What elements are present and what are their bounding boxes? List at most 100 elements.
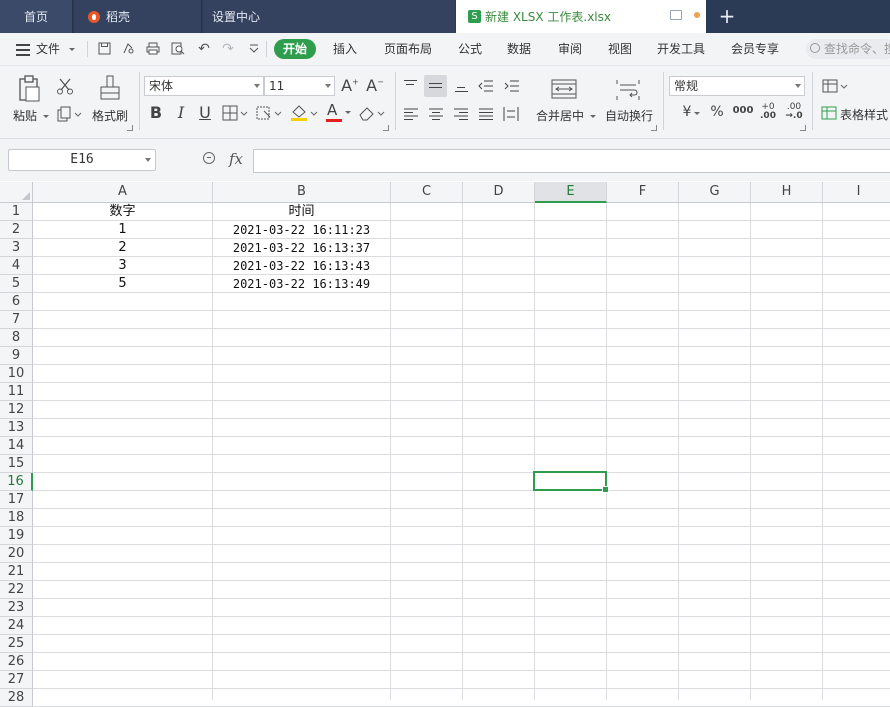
- save-icon[interactable]: [97, 42, 111, 56]
- row-header-9[interactable]: 9: [0, 347, 33, 365]
- increase-font-icon[interactable]: A+: [341, 78, 359, 94]
- distributed-align-icon[interactable]: [503, 107, 519, 123]
- tab-dochub[interactable]: 稻壳: [74, 0, 202, 33]
- active-cell-selection[interactable]: [533, 471, 609, 493]
- row-header-15[interactable]: 15: [0, 455, 33, 473]
- number-launcher-icon[interactable]: [800, 125, 806, 131]
- cell-fill-style-icon[interactable]: [256, 105, 284, 121]
- cell-a3[interactable]: 2: [33, 239, 212, 257]
- copy-icon[interactable]: [57, 106, 83, 122]
- zoom-icon[interactable]: [203, 152, 215, 164]
- conditional-format-icon[interactable]: [822, 79, 848, 95]
- wrap-text-label[interactable]: 自动换行: [605, 107, 653, 124]
- row-header-6[interactable]: 6: [0, 293, 33, 311]
- menu-review[interactable]: 审阅: [558, 40, 582, 58]
- select-all-corner[interactable]: [0, 182, 33, 203]
- row-header-22[interactable]: 22: [0, 581, 33, 599]
- italic-button[interactable]: I: [174, 105, 188, 121]
- row-header-25[interactable]: 25: [0, 635, 33, 653]
- column-header-e[interactable]: E: [535, 182, 607, 203]
- row-header-13[interactable]: 13: [0, 419, 33, 437]
- tab-settings[interactable]: 设置中心: [203, 0, 455, 33]
- row-header-19[interactable]: 19: [0, 527, 33, 545]
- font-launcher-icon[interactable]: [383, 125, 389, 131]
- font-size-select[interactable]: 11: [264, 76, 335, 96]
- cell-b1[interactable]: 时间: [213, 203, 390, 221]
- cell-b4[interactable]: 2021-03-22 16:13:43: [213, 257, 390, 275]
- menu-data[interactable]: 数据: [507, 40, 531, 58]
- increase-indent-icon[interactable]: [504, 80, 520, 94]
- column-header-b[interactable]: B: [213, 182, 391, 203]
- merge-center-icon[interactable]: [551, 79, 577, 99]
- menu-insert[interactable]: 插入: [333, 40, 357, 58]
- align-bottom-icon[interactable]: [455, 87, 468, 92]
- paste-icon[interactable]: [17, 75, 41, 103]
- justify-icon[interactable]: [479, 108, 493, 122]
- clipboard-launcher-icon[interactable]: [127, 125, 133, 131]
- menu-developer[interactable]: 开发工具: [657, 40, 705, 58]
- print-preview-icon[interactable]: [171, 42, 185, 56]
- merge-center-button[interactable]: 合并居中: [536, 107, 596, 124]
- cell-a1[interactable]: 数字: [33, 203, 212, 221]
- row-header-11[interactable]: 11: [0, 383, 33, 401]
- paste-button[interactable]: 粘贴: [13, 107, 49, 124]
- menu-page-layout[interactable]: 页面布局: [384, 40, 432, 58]
- row-header-7[interactable]: 7: [0, 311, 33, 329]
- row-header-8[interactable]: 8: [0, 329, 33, 347]
- cell-a4[interactable]: 3: [33, 257, 212, 275]
- align-left-icon[interactable]: [404, 108, 418, 122]
- row-header-18[interactable]: 18: [0, 509, 33, 527]
- column-header-d[interactable]: D: [463, 182, 535, 203]
- tab-home[interactable]: 首页: [0, 0, 73, 33]
- file-menu[interactable]: 文件: [36, 40, 75, 58]
- customize-toolbar-icon[interactable]: [247, 42, 261, 56]
- font-name-select[interactable]: 宋体: [144, 76, 264, 96]
- row-header-17[interactable]: 17: [0, 491, 33, 509]
- spreadsheet-grid[interactable]: A B C D E F G H I 1 2 3 4 5 6 7 8 9 10 11 12 13 14 15 1…: [0, 182, 890, 707]
- column-header-h[interactable]: H: [751, 182, 823, 203]
- clear-format-icon[interactable]: [358, 105, 386, 121]
- underline-button[interactable]: U: [197, 105, 213, 121]
- currency-button[interactable]: ¥: [675, 105, 700, 119]
- command-search[interactable]: 查找命令、搜: [806, 39, 890, 59]
- decrease-decimal-button[interactable]: .00 →.0: [784, 103, 804, 121]
- cell-a2[interactable]: 1: [33, 221, 212, 239]
- row-header-10[interactable]: 10: [0, 365, 33, 383]
- column-header-g[interactable]: G: [679, 182, 751, 203]
- fill-handle[interactable]: [602, 486, 609, 493]
- name-box[interactable]: E16: [8, 149, 156, 171]
- decrease-indent-icon[interactable]: [478, 80, 494, 94]
- cell-b3[interactable]: 2021-03-22 16:13:37: [213, 239, 390, 257]
- column-header-c[interactable]: C: [391, 182, 463, 203]
- align-middle-icon[interactable]: [424, 75, 447, 97]
- cut-icon[interactable]: [56, 77, 74, 95]
- redo-icon[interactable]: ↷: [221, 42, 235, 56]
- row-header-3[interactable]: 3: [0, 239, 33, 257]
- align-top-icon[interactable]: [404, 80, 417, 88]
- format-painter-icon[interactable]: [99, 75, 121, 101]
- percent-button[interactable]: %: [709, 105, 725, 119]
- align-center-icon[interactable]: [429, 108, 443, 122]
- monitor-icon[interactable]: [670, 10, 682, 20]
- row-header-28[interactable]: 28: [0, 689, 33, 707]
- formula-input[interactable]: [253, 149, 890, 173]
- row-header-14[interactable]: 14: [0, 437, 33, 455]
- bold-button[interactable]: B: [148, 105, 164, 121]
- row-header-12[interactable]: 12: [0, 401, 33, 419]
- row-header-27[interactable]: 27: [0, 671, 33, 689]
- increase-decimal-button[interactable]: +0.00: [758, 103, 778, 121]
- insert-function-button[interactable]: fx: [229, 150, 243, 168]
- new-tab-button[interactable]: +: [717, 5, 737, 27]
- menu-view[interactable]: 视图: [608, 40, 632, 58]
- cell-b5[interactable]: 2021-03-22 16:13:49: [213, 275, 390, 293]
- menu-membership[interactable]: 会员专享: [731, 40, 779, 58]
- alignment-launcher-icon[interactable]: [651, 125, 657, 131]
- export-pdf-icon[interactable]: [121, 42, 135, 56]
- font-color-icon[interactable]: A: [326, 103, 352, 123]
- tab-active-file[interactable]: S 新建 XLSX 工作表.xlsx: [456, 0, 706, 33]
- undo-icon[interactable]: ↶: [197, 42, 211, 56]
- cell-b2[interactable]: 2021-03-22 16:11:23: [213, 221, 390, 239]
- print-icon[interactable]: [146, 42, 160, 56]
- wrap-text-icon[interactable]: [616, 79, 640, 101]
- row-header-16[interactable]: 16: [0, 473, 33, 491]
